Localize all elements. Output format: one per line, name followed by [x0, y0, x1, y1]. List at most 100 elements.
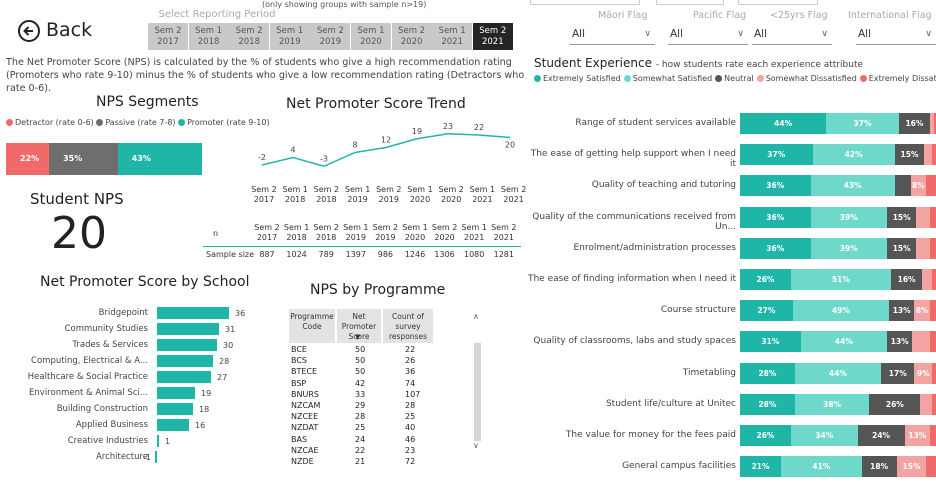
period-button[interactable]: Sem 2 2019 — [310, 23, 351, 50]
period-button[interactable]: Sem 2 2020 — [391, 23, 432, 50]
experience-segment[interactable] — [926, 456, 936, 478]
experience-segment[interactable]: 21% — [740, 456, 782, 478]
period-button[interactable]: Sem 2 2021 — [472, 23, 513, 50]
experience-segment[interactable]: 8% — [910, 175, 927, 197]
experience-segment[interactable]: 28% — [740, 393, 795, 415]
period-button[interactable]: Sem 2 2017 — [148, 23, 188, 50]
back-arrow-icon[interactable] — [18, 20, 40, 42]
experience-segment[interactable]: 16% — [890, 269, 923, 290]
experience-segment[interactable] — [930, 331, 936, 353]
experience-segment[interactable]: 44% — [740, 113, 827, 134]
scrollbar[interactable] — [474, 343, 481, 441]
experience-segment[interactable]: 36% — [740, 237, 811, 259]
dot-icon — [178, 119, 186, 126]
school-label: Community Studies — [64, 324, 148, 334]
school-bar[interactable] — [157, 403, 193, 415]
experience-segment[interactable]: 9% — [914, 362, 933, 384]
experience-segment[interactable] — [920, 393, 933, 415]
trend-axis-tick: Sem 2 2019 — [374, 185, 404, 205]
experience-segment[interactable] — [930, 300, 936, 322]
school-bar[interactable] — [157, 371, 211, 383]
school-bar[interactable] — [157, 323, 219, 335]
experience-segment[interactable]: 41% — [781, 456, 862, 478]
experience-segment[interactable]: 13% — [888, 300, 915, 322]
experience-segment[interactable]: 31% — [740, 331, 801, 353]
experience-segment[interactable] — [930, 206, 936, 228]
programme-cell: 50 — [355, 367, 366, 377]
col-year: 2021 — [464, 233, 485, 242]
experience-segment[interactable]: 28% — [740, 362, 795, 384]
experience-segment[interactable] — [916, 206, 931, 228]
experience-segment[interactable]: 13% — [887, 331, 913, 353]
experience-segment[interactable]: 24% — [857, 425, 905, 446]
experience-segment[interactable]: 36% — [740, 175, 811, 197]
back-button[interactable]: Back — [46, 19, 92, 41]
period-button[interactable]: Sem 2 2018 — [229, 23, 270, 50]
slicer-dropdown[interactable]: All ∨ — [752, 25, 832, 45]
col-sem: Sem 2 — [431, 223, 458, 232]
period-button[interactable]: Sem 1 2018 — [188, 23, 229, 50]
experience-segment[interactable]: 51% — [790, 269, 891, 290]
school-bar[interactable] — [157, 419, 189, 431]
experience-segment[interactable]: 42% — [812, 144, 895, 166]
tick-year: 2018 — [316, 195, 337, 204]
experience-segment[interactable]: 15% — [887, 206, 917, 228]
experience-segment[interactable]: 27% — [740, 300, 793, 322]
experience-segment[interactable]: 34% — [790, 425, 858, 446]
sample-cell: 1306 — [434, 250, 455, 259]
experience-segment[interactable]: 37% — [826, 113, 899, 134]
scroll-down-icon[interactable]: ∨ — [473, 441, 479, 450]
slicer-dropdown[interactable]: All ∨ — [668, 25, 748, 45]
experience-segment[interactable] — [932, 144, 936, 166]
period-button[interactable]: Sem 1 2021 — [432, 23, 473, 50]
experience-segment[interactable] — [932, 393, 936, 415]
experience-segment[interactable] — [926, 175, 936, 197]
experience-segment[interactable]: 18% — [861, 456, 897, 478]
period-button[interactable]: Sem 1 2019 — [269, 23, 310, 50]
sort-desc-icon[interactable]: ▼ — [355, 333, 360, 341]
experience-segment[interactable]: 44% — [800, 331, 887, 353]
programme-column-header[interactable]: Count of survey responses — [383, 309, 433, 343]
school-bar[interactable] — [157, 339, 217, 351]
slicer-dropdown[interactable]: All ∨ — [570, 25, 655, 45]
experience-segment[interactable] — [930, 237, 936, 259]
experience-segment[interactable] — [916, 237, 931, 259]
period-button[interactable]: Sem 1 2020 — [351, 23, 391, 50]
experience-segment[interactable] — [922, 269, 933, 290]
experience-segment[interactable] — [912, 331, 931, 353]
school-bar[interactable] — [157, 435, 159, 447]
experience-segment[interactable]: 38% — [794, 393, 870, 415]
experience-segment[interactable]: 39% — [810, 206, 887, 228]
experience-segment[interactable]: 15% — [894, 144, 925, 166]
experience-segment[interactable]: 15% — [896, 456, 927, 478]
experience-segment[interactable] — [930, 425, 936, 446]
experience-segment[interactable] — [924, 144, 933, 166]
slicer-dropdown[interactable]: All ∨ — [856, 25, 936, 45]
experience-segment[interactable]: 36% — [740, 206, 811, 228]
experience-segment[interactable]: 39% — [810, 237, 887, 259]
chevron-down-icon: ∨ — [925, 29, 932, 39]
experience-segment[interactable] — [932, 269, 936, 290]
experience-segment[interactable]: 43% — [810, 175, 895, 197]
experience-segment[interactable] — [932, 362, 936, 384]
period-button-year: 2021 — [441, 37, 463, 47]
school-bar[interactable] — [157, 387, 195, 399]
experience-segment[interactable]: 26% — [869, 393, 921, 415]
experience-segment[interactable]: 49% — [792, 300, 889, 322]
experience-segment[interactable]: 16% — [898, 113, 931, 134]
experience-segment[interactable]: 44% — [794, 362, 882, 384]
school-bar[interactable] — [157, 355, 213, 367]
scroll-up-icon[interactable]: ∧ — [473, 312, 479, 321]
sample-cell: 1246 — [404, 250, 426, 259]
experience-segment[interactable]: 17% — [881, 362, 915, 384]
experience-segment[interactable]: 13% — [904, 425, 931, 446]
experience-segment[interactable]: 26% — [740, 425, 791, 446]
experience-segment[interactable]: 15% — [887, 237, 917, 259]
school-bar[interactable] — [155, 451, 157, 463]
school-bar[interactable] — [157, 307, 229, 319]
experience-segment[interactable]: 8% — [914, 300, 931, 322]
experience-segment[interactable]: 26% — [740, 269, 791, 290]
programme-column-header[interactable]: Programme Code — [289, 309, 335, 343]
experience-segment[interactable] — [894, 175, 911, 197]
experience-segment[interactable]: 37% — [740, 144, 813, 166]
